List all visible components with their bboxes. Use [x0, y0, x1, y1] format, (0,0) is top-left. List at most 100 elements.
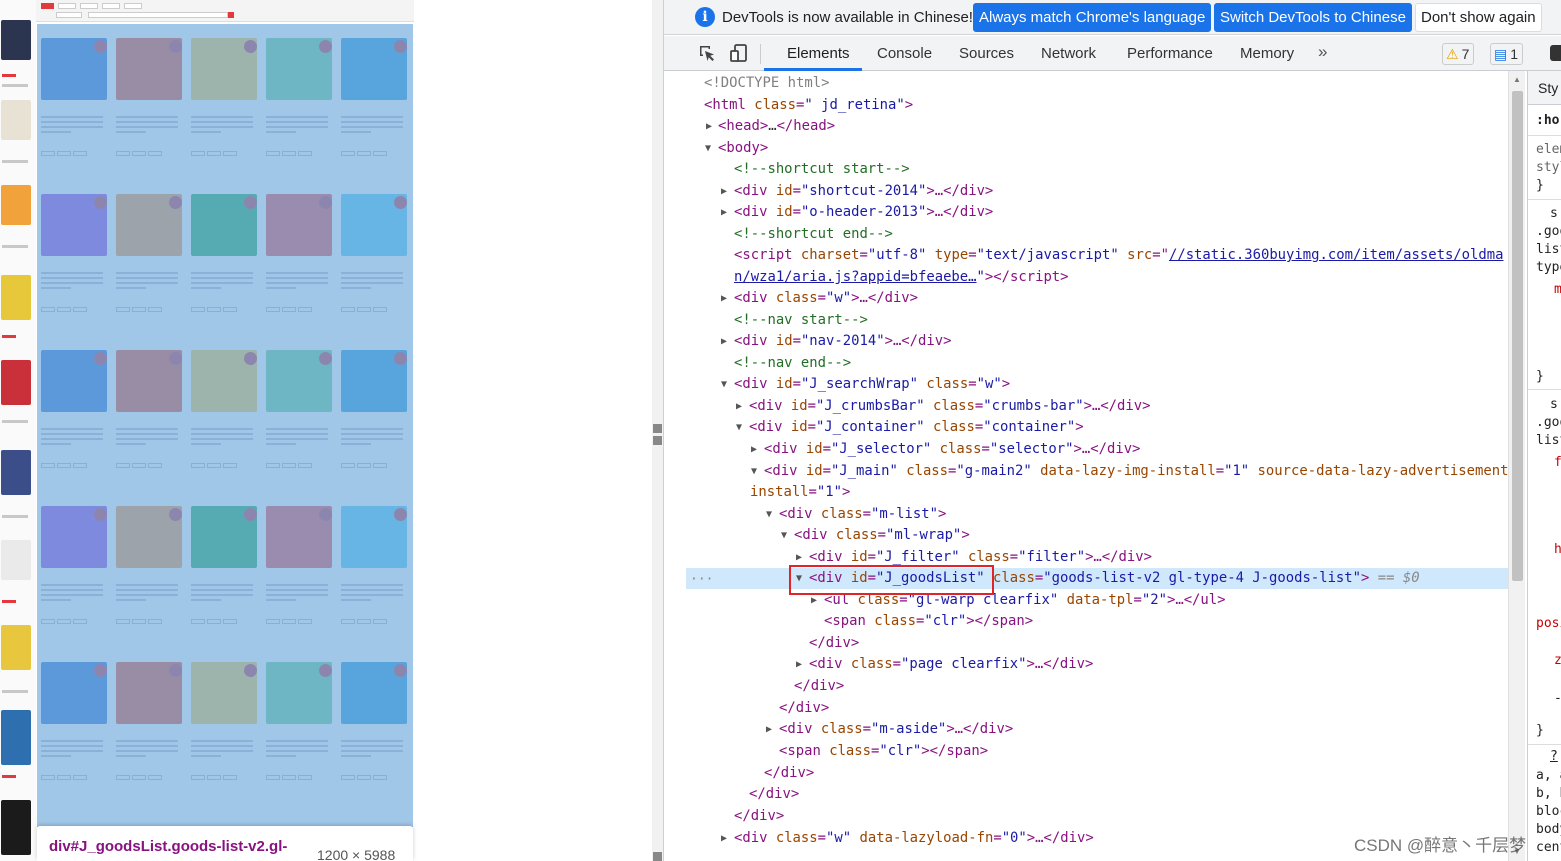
dom-node-head[interactable]: ▶ <head>…</head> [686, 116, 1509, 137]
filter-tag[interactable] [41, 3, 54, 9]
filter-tag[interactable] [124, 3, 142, 9]
filter-tag[interactable] [56, 12, 82, 18]
expand-triangle-icon[interactable]: ▶ [736, 396, 742, 417]
dom-node-div-container[interactable]: ▼ <div id="J_container" class="container"… [686, 417, 1509, 438]
dom-node-script-cont[interactable]: n/wza1/aria.js?appid=bfeaebe…"></script> [686, 267, 1509, 288]
warnings-counter[interactable]: ⚠ 7 [1442, 43, 1475, 65]
expand-triangle-icon[interactable]: ▶ [766, 719, 772, 740]
scrollbar-thumb[interactable] [1512, 91, 1523, 581]
expand-triangle-icon[interactable]: ▶ [721, 181, 727, 202]
dom-node-span[interactable]: <span class="clr"></span> [686, 611, 1509, 632]
expand-triangle-icon[interactable]: ▶ [796, 654, 802, 675]
dom-node-comment[interactable]: <!--nav end--> [686, 353, 1509, 374]
side-text [2, 690, 28, 693]
tag-close: ></span> [921, 743, 989, 759]
dom-node-div[interactable]: ▶ <div id="nav-2014">…</div> [686, 331, 1509, 352]
collapse-triangle-icon[interactable]: ▼ [736, 417, 742, 438]
dom-node-div-main[interactable]: ▼ <div id="J_main" class="g-main2" data-l… [686, 461, 1509, 482]
dom-node-script[interactable]: <script charset="utf-8" type="text/javas… [686, 245, 1509, 266]
expand-triangle-icon[interactable]: ▶ [721, 288, 727, 309]
dom-node-close[interactable]: </div> [686, 806, 1509, 827]
dom-node-html[interactable]: <html class=" jd_retina"> [686, 95, 1509, 116]
element-highlight-overlay [37, 24, 413, 827]
dom-node-close[interactable]: </div> [686, 763, 1509, 784]
styles-tab[interactable]: Sty [1538, 80, 1558, 96]
script-src-link[interactable]: //static.360buyimg.com/item/assets/oldma [1169, 247, 1504, 263]
side-thumbnail [1, 275, 31, 320]
attr-name: class [933, 419, 975, 435]
dont-show-again-button[interactable]: Don't show again [1415, 3, 1542, 32]
inspect-element-icon[interactable] [698, 44, 716, 62]
always-match-language-button[interactable]: Always match Chrome's language [973, 3, 1212, 32]
scroll-up-icon[interactable]: ▲ [1513, 75, 1521, 84]
messages-counter[interactable]: ▤ 1 [1490, 43, 1524, 65]
tab-memory[interactable]: Memory [1240, 45, 1294, 62]
dom-node-div[interactable]: ▶ <div class="page clearfix">…</div> [686, 654, 1509, 675]
collapse-triangle-icon[interactable]: ▼ [721, 374, 727, 395]
hover-filter[interactable]: :ho [1536, 113, 1559, 128]
punct: = [892, 656, 902, 672]
tab-elements[interactable]: Elements [787, 45, 850, 62]
dom-node-div[interactable]: ▶ <div id="shortcut-2014">…</div> [686, 181, 1509, 202]
punct: = [1133, 592, 1142, 608]
dom-node-div-mlwrap[interactable]: ▼ <div class="ml-wrap"> [686, 525, 1509, 546]
dom-node-div[interactable]: ▶ <div id="o-header-2013">…</div> [686, 202, 1509, 223]
dom-node-div-mlist[interactable]: ▼ <div class="m-list"> [686, 504, 1509, 525]
dom-node-div[interactable]: ▶ <div class="m-aside">…</div> [686, 719, 1509, 740]
dom-node-close[interactable]: </div> [686, 676, 1509, 697]
settings-gear-icon[interactable] [1550, 45, 1561, 61]
dom-tree-scrollbar[interactable]: ▲ ▼ [1508, 71, 1525, 861]
style-text: styl [1536, 160, 1561, 175]
attr-name: class [835, 527, 878, 543]
dom-node-div[interactable]: ▶ <div id="J_selector" class="selector">…… [686, 439, 1509, 460]
dom-node-div-searchwrap[interactable]: ▼ <div id="J_searchWrap" class="w"> [686, 374, 1509, 395]
dom-node-div[interactable]: ▶ <div class="w">…</div> [686, 288, 1509, 309]
dom-node-doctype[interactable]: <!DOCTYPE html> [686, 73, 1509, 94]
node-actions-icon[interactable]: ··· [690, 572, 713, 587]
dom-node-close[interactable]: </div> [686, 698, 1509, 719]
expand-triangle-icon[interactable]: ▶ [721, 828, 727, 849]
collapse-triangle-icon[interactable]: ▼ [751, 461, 757, 482]
expand-triangle-icon[interactable]: ▶ [721, 202, 727, 223]
collapse-triangle-icon[interactable]: ▼ [781, 525, 787, 546]
tooltip-dimensions: 1200 × 5988 [317, 847, 396, 861]
tab-network[interactable]: Network [1041, 45, 1096, 62]
dom-node-div[interactable]: ▶ <div id="J_crumbsBar" class="crumbs-bar… [686, 396, 1509, 417]
attr-name: source-data-lazy-advertisement- [1257, 463, 1509, 479]
script-src-link[interactable]: n/wza1/aria.js?appid=bfeaebe… [734, 269, 977, 285]
attr-value: "J_container" [815, 419, 925, 435]
dom-node-comment[interactable]: <!--shortcut start--> [686, 159, 1509, 180]
expand-triangle-icon[interactable]: ▶ [721, 331, 727, 352]
more-tabs-icon[interactable]: » [1318, 42, 1327, 62]
collapse-triangle-icon[interactable]: ▼ [766, 504, 772, 525]
filter-tag[interactable] [228, 12, 234, 18]
switch-to-chinese-button[interactable]: Switch DevTools to Chinese [1214, 3, 1412, 32]
dom-node-comment[interactable]: <!--shortcut end--> [686, 224, 1509, 245]
tab-console[interactable]: Console [877, 45, 932, 62]
tag-name: </head> [776, 118, 836, 134]
filter-tag[interactable] [58, 3, 76, 9]
tag-open: <div [794, 527, 828, 543]
dom-node-div-main-cont[interactable]: install="1"> [686, 482, 1509, 503]
tab-sources[interactable]: Sources [959, 45, 1014, 62]
filter-tag[interactable] [102, 3, 120, 9]
side-thumbnail [1, 185, 31, 225]
dom-node-close[interactable]: </div> [686, 784, 1509, 805]
dom-node-comment[interactable]: <!--nav start--> [686, 310, 1509, 331]
dom-node-close[interactable]: </div> [686, 633, 1509, 654]
style-text: .goo [1536, 415, 1561, 430]
tab-performance[interactable]: Performance [1127, 45, 1213, 62]
page-preview[interactable]: div#J_goodsList.goods-list-v2.gl- 1200 ×… [0, 0, 663, 861]
collapse-triangle-icon[interactable]: ▼ [705, 138, 711, 159]
expand-triangle-icon[interactable]: ▶ [751, 439, 757, 460]
attr-name: id [790, 419, 808, 435]
filter-checkboxes[interactable] [88, 12, 228, 18]
dom-node-body[interactable]: ▼ <body> [686, 138, 1509, 159]
filter-tag[interactable] [80, 3, 98, 9]
expand-triangle-icon[interactable]: ▶ [706, 116, 712, 137]
side-thumbnail [1, 360, 31, 405]
device-toolbar-icon[interactable] [730, 44, 748, 62]
page-scrollbar[interactable] [652, 0, 663, 861]
side-text [2, 515, 28, 518]
dom-node-span[interactable]: <span class="clr"></span> [686, 741, 1509, 762]
